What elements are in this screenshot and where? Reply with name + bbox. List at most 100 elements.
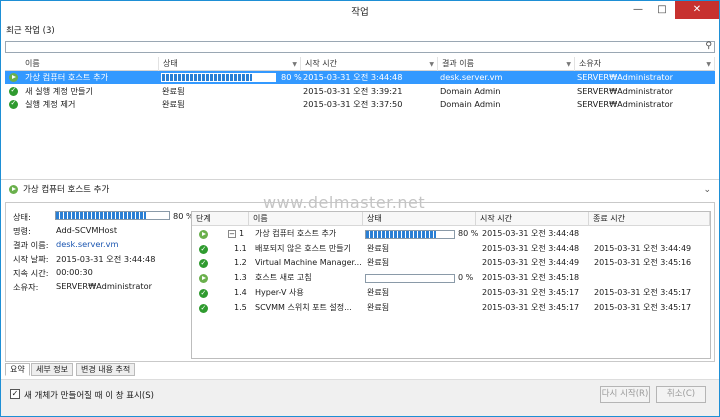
step-row[interactable]: 1.3 호스트 새로 고침 0 % 2015-03-31 오전 3:45:18 [192, 271, 710, 286]
restart-button[interactable]: 다시 시작(R) [600, 386, 650, 403]
job-start-time: 2015-03-31 오전 3:39:21 [303, 85, 403, 96]
filter-arrow-icon[interactable]: ▼ [706, 58, 711, 72]
job-status: 완료됨 [162, 99, 185, 109]
column-header-owner[interactable]: 소유자 ▼ [575, 57, 715, 71]
step-progress-bar [365, 274, 455, 284]
step-name: SCVMM 스위치 포트 설정... [255, 302, 352, 312]
job-status: 완료됨 [162, 85, 185, 96]
tab-summary[interactable]: 요약 [5, 363, 30, 376]
step-name: Virtual Machine Manager... [255, 258, 362, 268]
step-name: 가상 컴퓨터 호스트 추가 [255, 229, 337, 238]
column-header-result-name[interactable]: 결과 이름 ▼ [438, 57, 575, 71]
steps-grid: 단계 이름 상태 시작 시간 종료 시간 −1 가상 컴퓨터 호스트 추가 80 %… [191, 211, 711, 359]
step-row[interactable]: 1.2 Virtual Machine Manager... 완료됨 2015-03-… [192, 256, 710, 271]
running-icon [199, 230, 208, 239]
detail-status: 상태: 80 % [13, 211, 194, 222]
step-name: 호스트 새로 고침 [255, 273, 312, 283]
step-row[interactable]: 1.5 SCVMM 스위치 포트 설정... 완료됨 2015-03-31 오전 3:… [192, 301, 710, 315]
column-header-name[interactable]: 이름 [5, 57, 159, 71]
detail-start: 시작 날짜: 2015-03-31 오전 3:44:48 [13, 254, 156, 264]
step-row[interactable]: 1.1 배포되지 않은 호스트 만들기 완료됨 2015-03-31 오전 3:44:… [192, 242, 710, 256]
column-header-start-time[interactable]: 시작 시간 ▼ [301, 57, 438, 71]
step-end-time: 2015-03-31 오전 3:45:17 [594, 302, 692, 312]
completed-icon [199, 301, 208, 315]
detail-owner: 소유자: SERVER₩Administrator [13, 281, 152, 292]
running-icon [9, 185, 18, 194]
jobs-window: 작업 — □ ✕ 최근 작업 (3) ⚲ 이름 상태 ▼ 시작 시간 ▼ 결과 이름… [0, 0, 720, 417]
detail-progress-bar [55, 211, 170, 220]
minimize-button[interactable]: — [627, 1, 649, 19]
job-row[interactable]: 가상 컴퓨터 호스트 추가 80 % 2015-03-31 오전 3:44:48 de… [5, 71, 715, 84]
step-start-time: 2015-03-31 오전 3:45:17 [482, 287, 580, 297]
completed-icon [9, 97, 18, 110]
step-row[interactable]: −1 가상 컴퓨터 호스트 추가 80 % 2015-03-31 오전 3:44:48 [192, 227, 710, 242]
step-status: 80 % [458, 229, 479, 238]
chevron-down-icon[interactable]: ⌄ [703, 183, 711, 197]
job-row[interactable]: 실행 계정 제거 완료됨 2015-03-31 오전 3:37:50 Domain A… [5, 97, 715, 111]
tab-change-tracking[interactable]: 변경 내용 추적 [76, 363, 136, 376]
job-status: 80 % [281, 72, 302, 82]
steps-header-end[interactable]: 종료 시간 [589, 212, 710, 226]
watermark: www.delmaster.net [263, 193, 426, 212]
step-end-time: 2015-03-31 오전 3:45:17 [594, 287, 692, 297]
detail-title: 가상 컴퓨터 호스트 추가 [23, 185, 110, 195]
step-number: 1.2 [234, 258, 247, 268]
job-owner: SERVER₩Administrator [577, 99, 673, 109]
search-icon[interactable]: ⚲ [705, 41, 712, 51]
job-owner: SERVER₩Administrator [577, 85, 673, 96]
job-name: 새 실행 계정 만들기 [25, 85, 94, 96]
steps-header-status[interactable]: 상태 [363, 212, 476, 226]
maximize-button[interactable]: □ [651, 1, 673, 19]
steps-header-name[interactable]: 이름 [249, 212, 363, 226]
step-start-time: 2015-03-31 오전 3:44:49 [482, 258, 580, 268]
close-button[interactable]: ✕ [675, 1, 719, 19]
completed-icon [199, 286, 208, 300]
completed-icon [9, 84, 18, 97]
search-input[interactable]: ⚲ [5, 41, 715, 53]
step-end-time: 2015-03-31 오전 3:44:49 [594, 243, 692, 253]
cancel-button[interactable]: 취소(C) [656, 386, 706, 403]
step-name: 배포되지 않은 호스트 만들기 [255, 243, 351, 253]
title-bar: 작업 — □ ✕ [1, 1, 719, 19]
step-status: 완료됨 [367, 243, 390, 253]
filter-arrow-icon[interactable]: ▼ [429, 58, 434, 72]
window-title: 작업 [351, 7, 369, 18]
filter-arrow-icon[interactable]: ▼ [292, 58, 297, 72]
tab-details[interactable]: 세부 정보 [31, 363, 73, 376]
jobs-grid-header: 이름 상태 ▼ 시작 시간 ▼ 결과 이름 ▼ 소유자 ▼ [5, 57, 715, 71]
steps-header-start[interactable]: 시작 시간 [476, 212, 589, 226]
running-icon [9, 73, 18, 82]
running-icon [199, 274, 208, 284]
step-number: 1.1 [234, 243, 247, 253]
step-status: 완료됨 [367, 287, 390, 297]
step-end-time: 2015-03-31 오전 3:45:16 [594, 258, 692, 268]
step-start-time: 2015-03-31 오전 3:44:48 [482, 229, 580, 238]
filter-arrow-icon[interactable]: ▼ [566, 58, 571, 72]
job-row[interactable]: 새 실행 계정 만들기 완료됨 2015-03-31 오전 3:39:21 Domai… [5, 84, 715, 98]
completed-icon [199, 256, 208, 271]
step-number: 1.4 [234, 287, 247, 297]
step-row[interactable]: 1.4 Hyper-V 사용 완료됨 2015-03-31 오전 3:45:17 201… [192, 286, 710, 300]
job-owner: SERVER₩Administrator [577, 72, 673, 82]
job-progress-bar [161, 73, 276, 82]
job-name: 가상 컴퓨터 호스트 추가 [25, 72, 109, 82]
steps-header-step[interactable]: 단계 [192, 212, 249, 226]
column-header-status[interactable]: 상태 ▼ [159, 57, 301, 71]
step-status: 0 % [458, 273, 474, 283]
step-start-time: 2015-03-31 오전 3:45:18 [482, 273, 580, 283]
step-name: Hyper-V 사용 [255, 287, 304, 297]
show-window-checkbox[interactable]: ✓ [10, 389, 20, 399]
step-start-time: 2015-03-31 오전 3:44:48 [482, 243, 580, 253]
job-start-time: 2015-03-31 오전 3:44:48 [303, 72, 403, 82]
detail-result: 결과 이름: desk.server.vm [13, 239, 119, 250]
detail-command: 명령: Add-SCVMHost [13, 225, 118, 236]
recent-jobs-label: 최근 작업 (3) [6, 26, 55, 36]
show-window-label: 새 개체가 만들어질 때 이 창 표시(S) [24, 391, 154, 401]
completed-icon [199, 242, 208, 256]
step-number: 1.3 [234, 273, 247, 283]
step-status: 완료됨 [367, 258, 390, 268]
job-result-name: Domain Admin [440, 85, 501, 96]
detail-duration: 지속 시간: 00:00:30 [13, 267, 93, 278]
pane-divider[interactable] [1, 179, 719, 180]
collapse-icon[interactable]: − [228, 230, 236, 238]
